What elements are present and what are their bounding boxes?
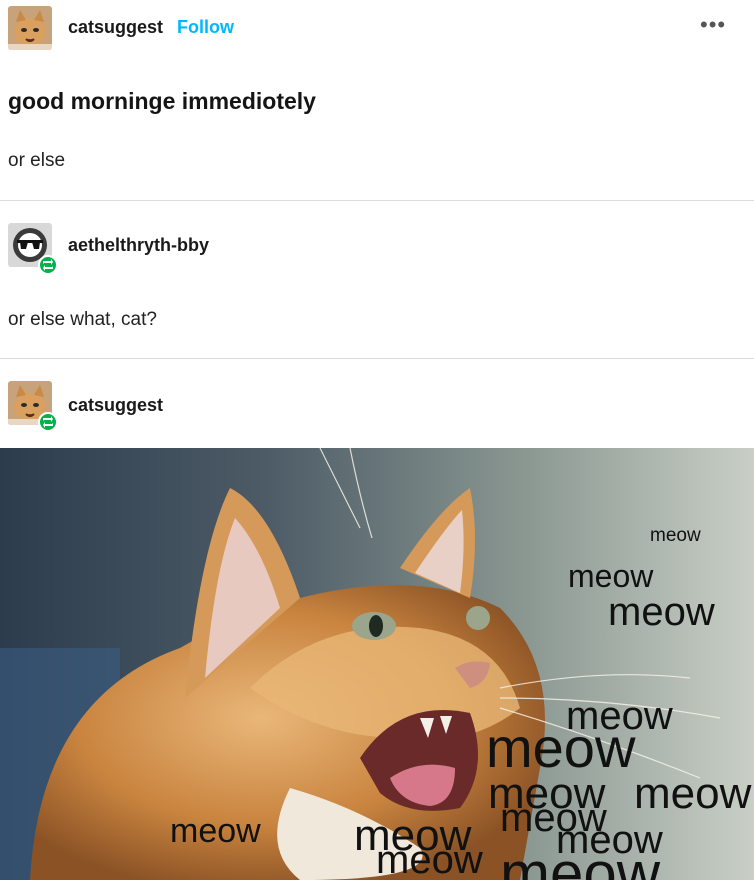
catsuggest-avatar[interactable] <box>8 6 52 50</box>
meow-text-1: meow <box>650 525 701 546</box>
meow-text-12: meow <box>376 838 483 880</box>
post-header-1: catsuggest Follow ••• <box>0 0 754 56</box>
follow-button[interactable]: Follow <box>177 17 234 38</box>
post-1-body: or else <box>8 150 66 171</box>
meow-text-2: meow <box>568 558 654 594</box>
meow-text-5: meow <box>486 716 636 779</box>
post-3-username[interactable]: catsuggest <box>68 395 163 416</box>
reblog-badge-icon <box>38 412 58 432</box>
meow-text-3: meow <box>608 590 715 634</box>
post-1-username[interactable]: catsuggest <box>68 17 163 38</box>
cat-avatar-icon <box>8 6 52 50</box>
meow-text-9: meow <box>170 812 261 850</box>
post-2-username[interactable]: aethelthryth-bby <box>68 235 209 256</box>
reblog-badge-icon <box>38 255 58 275</box>
meow-text-13: meow <box>500 840 661 880</box>
post-2-body: or else what, cat? <box>8 309 157 330</box>
post-title: good morninge immediotely <box>8 88 316 114</box>
post-header-3: catsuggest <box>0 359 754 432</box>
more-options-icon[interactable]: ••• <box>700 12 726 38</box>
post-header-2: aethelthryth-bby <box>0 201 754 275</box>
cat-meme-image: meow meow meow meow meow meow meow meow … <box>0 448 754 880</box>
meow-text-7: meow <box>634 769 752 818</box>
